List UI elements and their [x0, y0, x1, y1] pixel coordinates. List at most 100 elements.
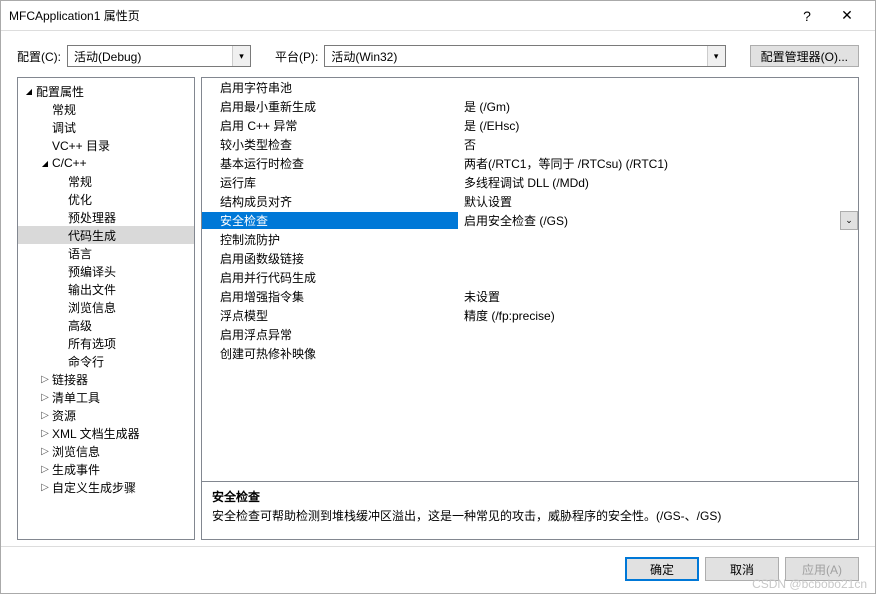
arrow-closed-icon[interactable]: ▷	[38, 374, 52, 385]
property-row[interactable]: 启用最小重新生成是 (/Gm)	[202, 97, 858, 116]
tree-item-label: 调试	[52, 119, 76, 136]
property-name: 运行库	[202, 174, 458, 191]
property-row[interactable]: 浮点模型精度 (/fp:precise)	[202, 306, 858, 325]
property-name: 控制流防护	[202, 231, 458, 248]
property-name: 创建可热修补映像	[202, 345, 458, 362]
tree-item[interactable]: VC++ 目录	[18, 136, 194, 154]
tree-item[interactable]: ▷生成事件	[18, 460, 194, 478]
config-manager-button[interactable]: 配置管理器(O)...	[750, 45, 859, 67]
property-row[interactable]: 启用函数级链接	[202, 249, 858, 268]
arrow-closed-icon[interactable]: ▷	[38, 464, 52, 475]
property-value[interactable]: 是 (/Gm)	[458, 98, 858, 115]
property-name: 启用函数级链接	[202, 250, 458, 267]
arrow-open-icon[interactable]: ◢	[22, 87, 36, 96]
property-row[interactable]: 基本运行时检查两者(/RTC1，等同于 /RTCsu) (/RTC1)	[202, 154, 858, 173]
tree-item-label: XML 文档生成器	[52, 425, 140, 442]
tree-item[interactable]: 输出文件	[18, 280, 194, 298]
tree-item-label: C/C++	[52, 156, 87, 170]
tree-item[interactable]: ▷自定义生成步骤	[18, 478, 194, 496]
property-row[interactable]: 结构成员对齐默认设置	[202, 192, 858, 211]
property-value[interactable]: 未设置	[458, 288, 858, 305]
config-label: 配置(C):	[17, 48, 61, 65]
help-button[interactable]: ?	[787, 1, 827, 31]
chevron-down-icon[interactable]: ▾	[232, 46, 250, 66]
property-name: 启用并行代码生成	[202, 269, 458, 286]
property-value[interactable]: 多线程调试 DLL (/MDd)	[458, 174, 858, 191]
property-row[interactable]: 较小类型检查否	[202, 135, 858, 154]
arrow-closed-icon[interactable]: ▷	[38, 428, 52, 439]
apply-button[interactable]: 应用(A)	[785, 557, 859, 581]
tree-item-label: 代码生成	[68, 227, 116, 244]
tree-item-label: 配置属性	[36, 83, 84, 100]
tree-item[interactable]: 高级	[18, 316, 194, 334]
tree-item[interactable]: 预处理器	[18, 208, 194, 226]
tree-item-label: 输出文件	[68, 281, 116, 298]
tree-item[interactable]: 所有选项	[18, 334, 194, 352]
property-row[interactable]: 启用字符串池	[202, 78, 858, 97]
property-value[interactable]: 启用安全检查 (/GS)⌄	[458, 211, 858, 230]
tree-item-label: 清单工具	[52, 389, 100, 406]
arrow-open-icon[interactable]: ◢	[38, 159, 52, 168]
property-row[interactable]: 启用浮点异常	[202, 325, 858, 344]
property-grid[interactable]: 启用字符串池启用最小重新生成是 (/Gm)启用 C++ 异常是 (/EHsc)较…	[202, 78, 858, 481]
property-value[interactable]: 两者(/RTC1，等同于 /RTCsu) (/RTC1)	[458, 155, 858, 172]
property-value[interactable]: 否	[458, 136, 858, 153]
property-value[interactable]: 精度 (/fp:precise)	[458, 307, 858, 324]
tree-item-label: 链接器	[52, 371, 88, 388]
close-button[interactable]: ✕	[827, 1, 867, 31]
property-row[interactable]: 启用并行代码生成	[202, 268, 858, 287]
description-title: 安全检查	[212, 488, 848, 505]
description-text: 安全检查可帮助检测到堆栈缓冲区溢出，这是一种常见的攻击，威胁程序的安全性。(/G…	[212, 507, 848, 524]
nav-tree[interactable]: ◢配置属性常规调试VC++ 目录◢C/C++常规优化预处理器代码生成语言预编译头…	[18, 78, 194, 539]
tree-item[interactable]: 代码生成	[18, 226, 194, 244]
chevron-down-icon[interactable]: ▾	[707, 46, 725, 66]
tree-item-label: 浏览信息	[68, 299, 116, 316]
property-name: 启用最小重新生成	[202, 98, 458, 115]
property-name: 启用增强指令集	[202, 288, 458, 305]
tree-item[interactable]: 调试	[18, 118, 194, 136]
tree-item[interactable]: ▷清单工具	[18, 388, 194, 406]
tree-item[interactable]: ◢C/C++	[18, 154, 194, 172]
tree-item[interactable]: 命令行	[18, 352, 194, 370]
tree-item[interactable]: ▷浏览信息	[18, 442, 194, 460]
tree-item-label: 预编译头	[68, 263, 116, 280]
tree-item[interactable]: 常规	[18, 100, 194, 118]
ok-button[interactable]: 确定	[625, 557, 699, 581]
tree-item-label: 高级	[68, 317, 92, 334]
property-row[interactable]: 安全检查启用安全检查 (/GS)⌄	[202, 211, 858, 230]
tree-item[interactable]: ▷XML 文档生成器	[18, 424, 194, 442]
config-combo[interactable]: 活动(Debug) ▾	[67, 45, 251, 67]
tree-item[interactable]: ◢配置属性	[18, 82, 194, 100]
tree-item[interactable]: 常规	[18, 172, 194, 190]
tree-item[interactable]: 浏览信息	[18, 298, 194, 316]
arrow-closed-icon[interactable]: ▷	[38, 392, 52, 403]
chevron-down-icon[interactable]: ⌄	[840, 211, 858, 230]
property-name: 启用字符串池	[202, 79, 458, 96]
property-value[interactable]: 默认设置	[458, 193, 858, 210]
tree-item[interactable]: ▷资源	[18, 406, 194, 424]
arrow-closed-icon[interactable]: ▷	[38, 482, 52, 493]
tree-item-label: 所有选项	[68, 335, 116, 352]
tree-item-label: 常规	[52, 101, 76, 118]
arrow-closed-icon[interactable]: ▷	[38, 410, 52, 421]
tree-item[interactable]: 优化	[18, 190, 194, 208]
property-row[interactable]: 运行库多线程调试 DLL (/MDd)	[202, 173, 858, 192]
tree-item[interactable]: ▷链接器	[18, 370, 194, 388]
tree-item-label: 浏览信息	[52, 443, 100, 460]
property-row[interactable]: 启用 C++ 异常是 (/EHsc)	[202, 116, 858, 135]
property-name: 启用浮点异常	[202, 326, 458, 343]
tree-item-label: VC++ 目录	[52, 137, 110, 154]
tree-item[interactable]: 语言	[18, 244, 194, 262]
arrow-closed-icon[interactable]: ▷	[38, 446, 52, 457]
tree-item[interactable]: 预编译头	[18, 262, 194, 280]
platform-combo[interactable]: 活动(Win32) ▾	[324, 45, 725, 67]
tree-item-label: 命令行	[68, 353, 104, 370]
tree-item-label: 生成事件	[52, 461, 100, 478]
property-name: 结构成员对齐	[202, 193, 458, 210]
property-row[interactable]: 控制流防护	[202, 230, 858, 249]
property-name: 浮点模型	[202, 307, 458, 324]
property-row[interactable]: 启用增强指令集未设置	[202, 287, 858, 306]
property-value[interactable]: 是 (/EHsc)	[458, 117, 858, 134]
cancel-button[interactable]: 取消	[705, 557, 779, 581]
property-row[interactable]: 创建可热修补映像	[202, 344, 858, 363]
